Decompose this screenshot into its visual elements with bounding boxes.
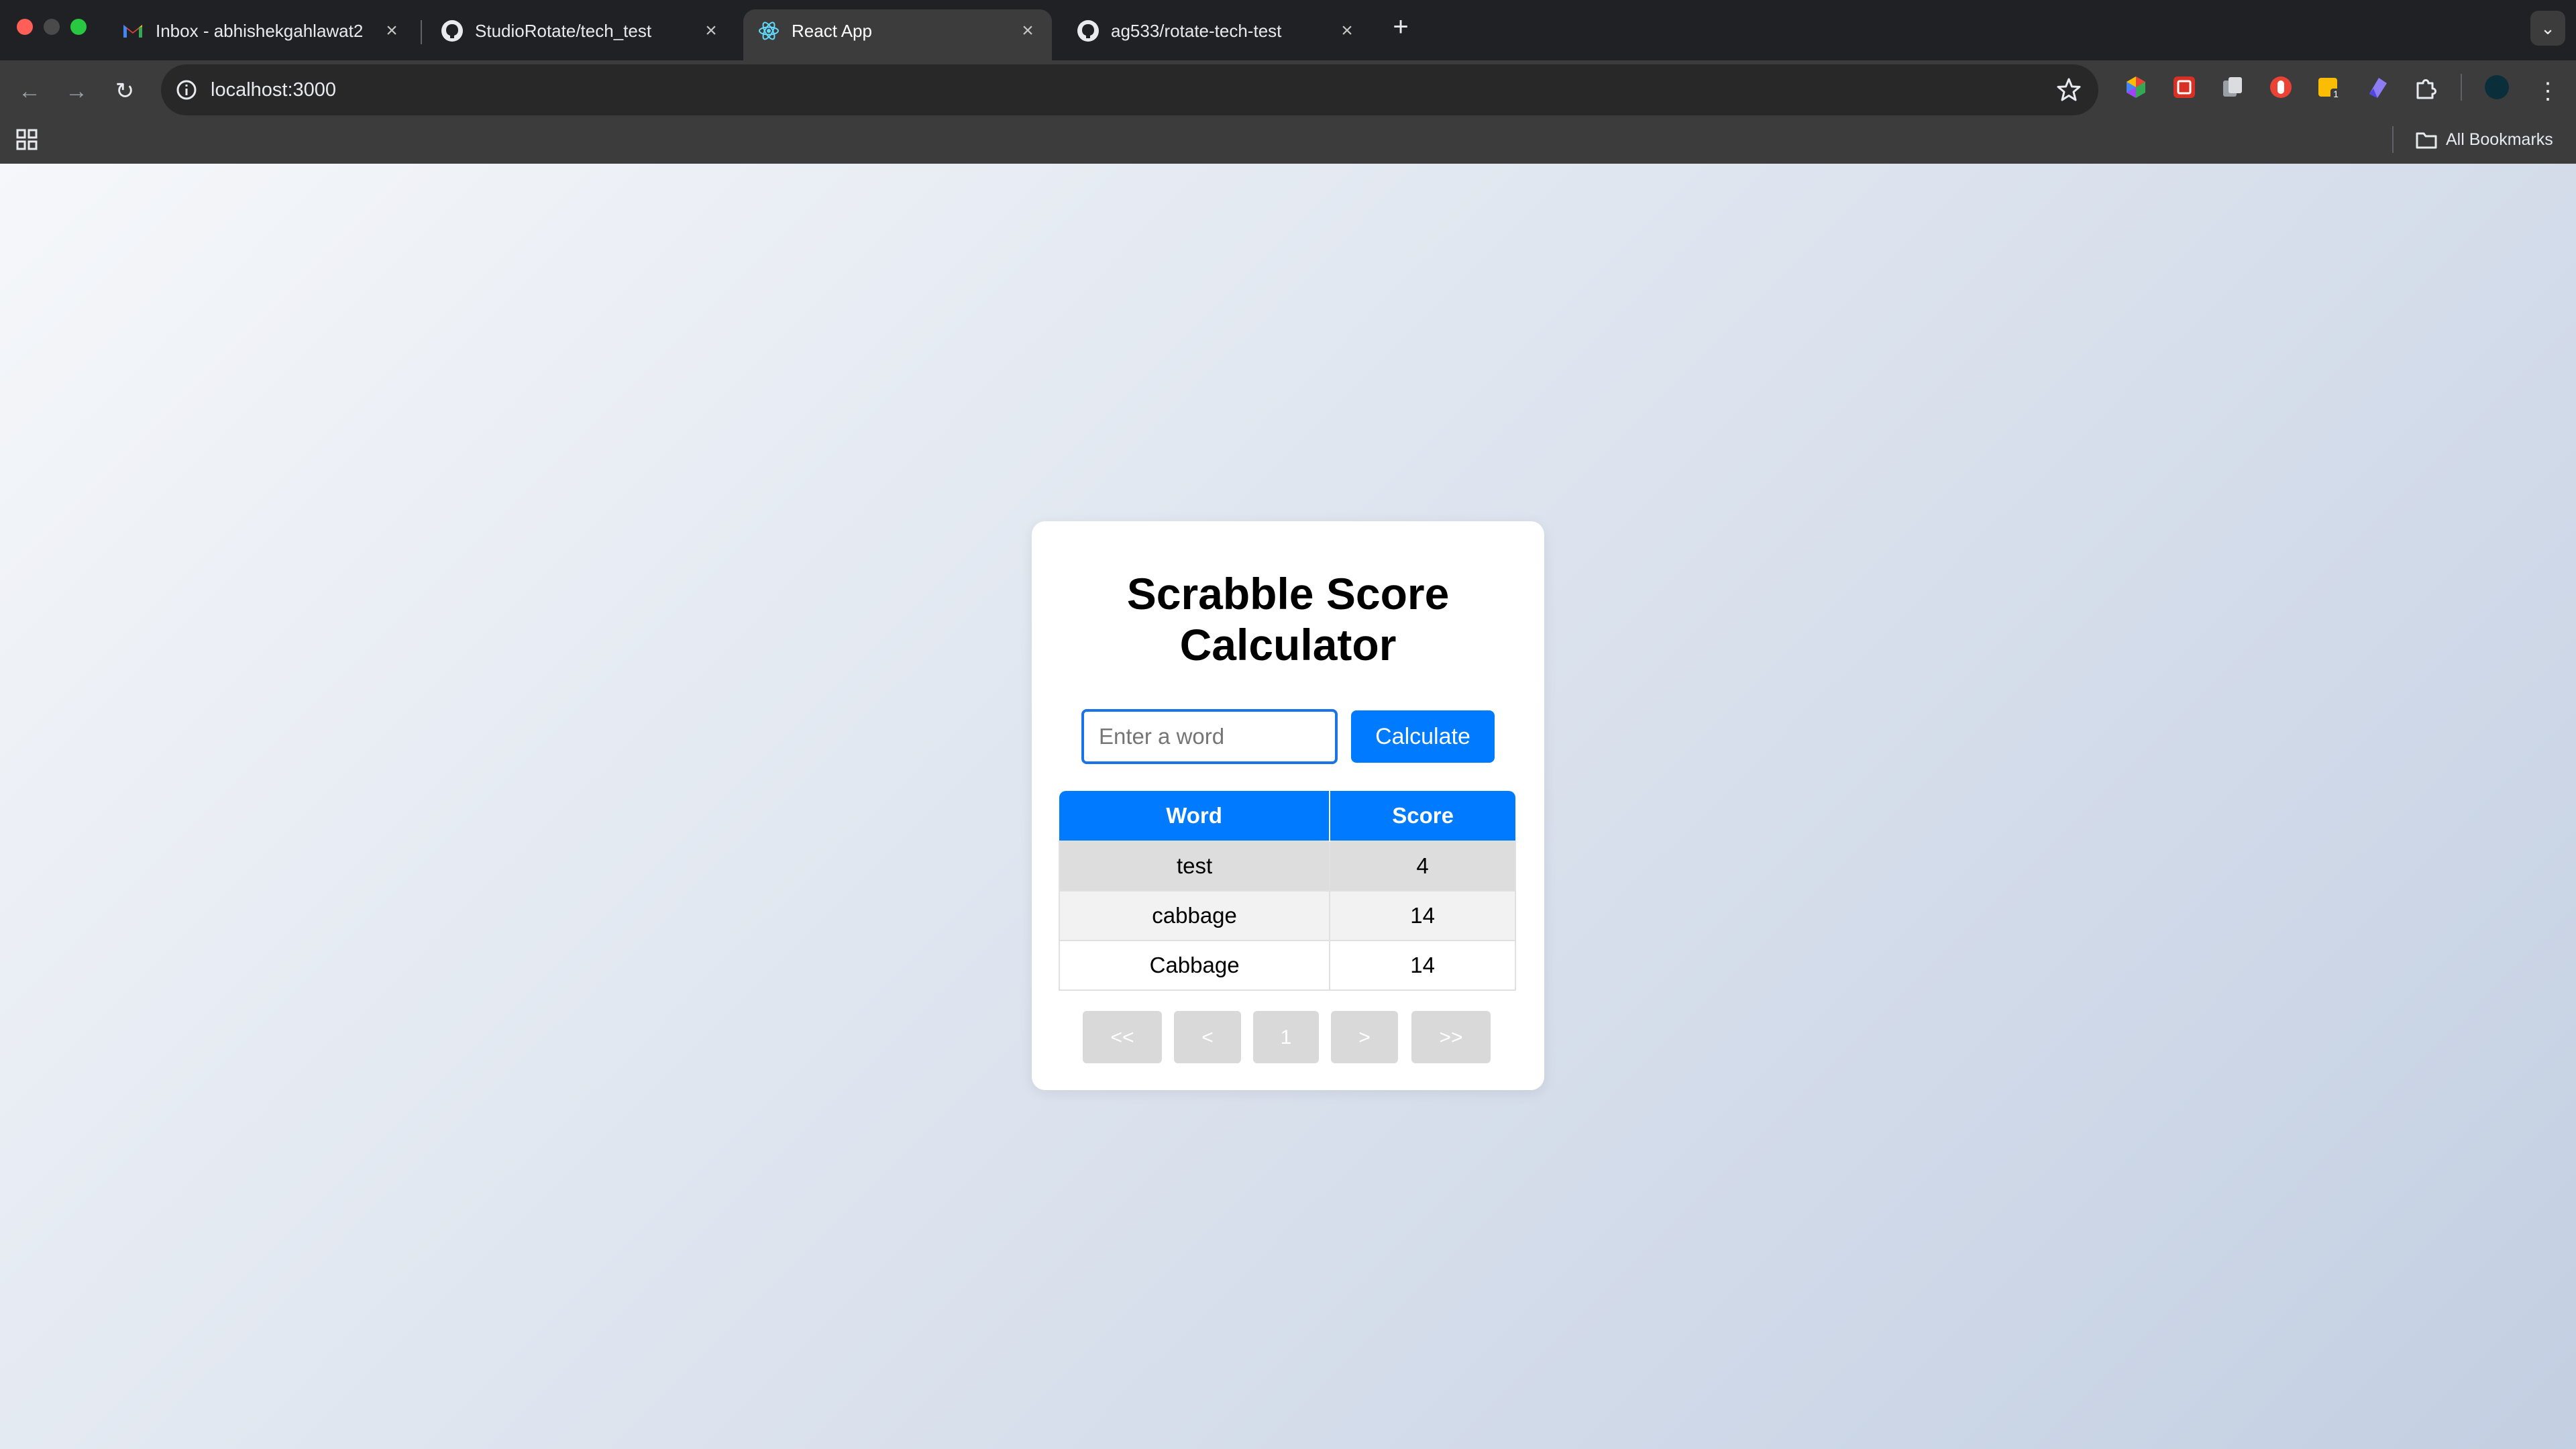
word-cell: test [1058, 841, 1331, 892]
arrow-left-icon: ← [18, 78, 41, 104]
page-title: Scrabble Score Calculator [1126, 569, 1450, 669]
color-picker-extension-icon[interactable] [2123, 74, 2149, 101]
score-cell: 14 [1329, 940, 1516, 991]
current-page-button[interactable]: 1 [1253, 1011, 1319, 1063]
prev-page-button[interactable]: < [1174, 1011, 1241, 1063]
svg-text:1: 1 [2333, 89, 2339, 99]
all-bookmarks-label: All Bookmarks [2446, 130, 2553, 149]
tab-title: ag533/rotate-tech-test [1111, 21, 1282, 41]
back-button[interactable]: ← [11, 72, 48, 110]
reload-button[interactable]: ↻ [106, 72, 144, 110]
window-minimize-button[interactable] [44, 19, 60, 35]
arrow-right-icon: → [65, 78, 88, 104]
bookmark-star-icon[interactable] [2055, 76, 2082, 103]
red-extension-icon[interactable] [2171, 74, 2198, 101]
chevron-down-icon: ⌄ [2540, 18, 2555, 38]
forward-button[interactable]: → [58, 72, 95, 110]
address-bar[interactable]: localhost:3000 [161, 64, 2098, 115]
toolbar-divider [2461, 74, 2462, 101]
url-text[interactable]: localhost:3000 [211, 64, 336, 115]
hand-extension-icon[interactable] [2267, 74, 2294, 101]
tab-strip: Inbox - abhishekgahlawat232 × StudioRota… [0, 0, 2576, 60]
gradient-extension-icon[interactable] [2364, 74, 2391, 101]
browser-menu-button[interactable]: ⋮ [2529, 72, 2567, 110]
window-close-button[interactable] [17, 19, 33, 35]
all-bookmarks-button[interactable]: All Bookmarks [2415, 125, 2553, 154]
folder-icon [2416, 132, 2437, 149]
window-maximize-button[interactable] [70, 19, 87, 35]
tab-title: StudioRotate/tech_test [475, 21, 652, 41]
reload-icon: ↻ [115, 78, 135, 104]
word-input[interactable] [1081, 709, 1338, 764]
pagination: << < 1 > >> [1083, 1011, 1499, 1063]
close-icon[interactable]: × [1016, 19, 1040, 43]
column-header-word[interactable]: Word [1059, 791, 1331, 841]
score-cell: 14 [1329, 890, 1516, 941]
score-cell: 4 [1329, 841, 1516, 892]
word-cell: Cabbage [1058, 940, 1331, 991]
apps-grid-icon[interactable] [15, 127, 39, 152]
next-page-button[interactable]: > [1331, 1011, 1398, 1063]
new-tab-button[interactable]: + [1387, 12, 1414, 42]
tab-studiorotate[interactable]: StudioRotate/tech_test × [427, 9, 735, 60]
notes-extension-icon[interactable]: 1 [2316, 74, 2343, 101]
tab-inbox[interactable]: Inbox - abhishekgahlawat232 × [107, 9, 416, 60]
site-info-icon[interactable] [174, 78, 199, 102]
calculator-card: Scrabble Score Calculator Calculate Word… [1032, 521, 1544, 1090]
table-row: test 4 [1058, 841, 1516, 892]
column-header-score[interactable]: Score [1330, 791, 1515, 841]
tab-search-button[interactable]: ⌄ [2530, 11, 2565, 46]
github-icon [441, 20, 463, 42]
table-header-row: Word Score [1059, 791, 1515, 841]
profile-avatar-icon[interactable] [2483, 74, 2510, 101]
first-page-button[interactable]: << [1083, 1011, 1162, 1063]
word-cell: cabbage [1058, 890, 1331, 941]
browser-toolbar: ← → ↻ localhost:3000 1 ⋮ All Bookmarks [0, 60, 2576, 170]
github-icon [1077, 20, 1099, 42]
calculate-button[interactable]: Calculate [1351, 710, 1495, 763]
tab-rotate-tech-test[interactable]: ag533/rotate-tech-test × [1063, 9, 1371, 60]
close-icon[interactable]: × [699, 19, 723, 43]
table-row: cabbage 14 [1058, 890, 1516, 941]
puzzle-extensions-icon[interactable] [2412, 74, 2439, 101]
react-icon [759, 21, 779, 40]
page-viewport: Scrabble Score Calculator Calculate Word… [0, 164, 2576, 1449]
tab-title: Inbox - abhishekgahlawat232 [156, 21, 364, 41]
tab-divider [421, 20, 422, 44]
tab-react-app[interactable]: React App × [743, 9, 1052, 60]
copy-extension-icon[interactable] [2219, 74, 2246, 101]
tab-title: React App [792, 21, 872, 41]
gmail-icon [123, 25, 142, 38]
bookmarks-divider [2392, 126, 2394, 153]
table-row: Cabbage 14 [1058, 940, 1516, 991]
last-page-button[interactable]: >> [1411, 1011, 1491, 1063]
close-icon[interactable]: × [1335, 19, 1359, 43]
scores-table: Word Score test 4 cabbage 14 Cabbage 14 [1058, 791, 1516, 991]
close-icon[interactable]: × [380, 19, 404, 43]
more-vertical-icon: ⋮ [2536, 78, 2559, 104]
